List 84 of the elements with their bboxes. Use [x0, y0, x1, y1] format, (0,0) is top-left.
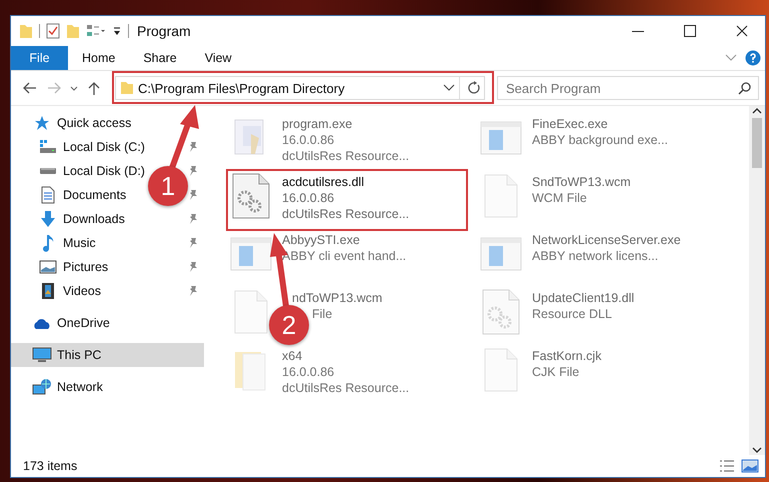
drive-icon: [39, 167, 57, 175]
file-icon: [483, 173, 519, 219]
search-icon: [738, 81, 752, 95]
details-view-icon[interactable]: [719, 459, 735, 473]
gear-file-icon: [481, 288, 521, 336]
help-icon[interactable]: [745, 50, 761, 66]
nav-item[interactable]: Quick access: [11, 111, 136, 135]
nav-item[interactable]: Downloads: [11, 207, 129, 231]
back-arrow-icon[interactable]: [23, 82, 37, 94]
file-detail: WCM File: [532, 190, 588, 206]
file-name[interactable]: UpdateClient19.dll: [532, 290, 634, 306]
document-icon: [41, 186, 55, 204]
nav-item[interactable]: Local Disk (C:): [11, 135, 149, 159]
ribbon-tab[interactable]: View: [190, 46, 246, 70]
file-name[interactable]: FastKorn.cjk: [532, 348, 602, 364]
file-detail: File: [312, 306, 334, 322]
monitor-icon: [32, 347, 52, 363]
file-name[interactable]: acdcutilsres.dll: [282, 174, 410, 190]
large-icons-view-icon[interactable]: [741, 459, 759, 473]
file-icon: [483, 347, 519, 393]
scroll-down-icon[interactable]: [752, 445, 762, 455]
item-count: 173 items: [23, 459, 78, 473]
view-options-icon[interactable]: [86, 24, 106, 38]
file-icon: [233, 289, 269, 335]
nav-item[interactable]: Videos: [11, 279, 105, 303]
file-detail: 16.0.0.86: [282, 132, 336, 148]
file-detail: 16.0.0.86: [282, 190, 336, 206]
nav-item[interactable]: OneDrive: [11, 311, 114, 335]
pin-icon[interactable]: [188, 237, 198, 249]
search-field[interactable]: Search Program: [497, 76, 759, 100]
pin-icon[interactable]: [188, 285, 198, 297]
nav-item[interactable]: This PC: [11, 343, 204, 367]
picture-icon: [39, 260, 57, 274]
file-detail: ABBY network licens...: [532, 248, 660, 264]
nav-item[interactable]: Documents: [11, 183, 130, 207]
network-icon: [32, 378, 52, 396]
file-menu-button[interactable]: File: [11, 46, 68, 70]
file-name[interactable]: program.exe: [282, 116, 410, 132]
file-name[interactable]: SndToWP13.wcm: [532, 174, 631, 190]
close-icon[interactable]: [736, 25, 748, 37]
drive-icon: [39, 139, 57, 155]
file-name[interactable]: AbbyySTI.exe: [282, 232, 406, 248]
gear-file-icon: [231, 172, 271, 220]
recent-locations-caret-icon[interactable]: [70, 86, 78, 90]
film-icon: [41, 282, 55, 300]
file-detail: 16.0.0.86: [282, 364, 336, 380]
up-arrow-icon[interactable]: [88, 81, 100, 95]
scrollbar-thumb[interactable]: [752, 118, 762, 168]
file-name[interactable]: x64: [282, 348, 410, 364]
file-detail: Resource DLL: [532, 306, 613, 322]
expand-ribbon-icon[interactable]: [725, 54, 737, 62]
pin-icon[interactable]: [188, 261, 198, 273]
nav-item[interactable]: Network: [11, 375, 107, 399]
file-name[interactable]: FineExec.exe: [532, 116, 668, 132]
scroll-up-icon[interactable]: [752, 106, 762, 116]
ribbon-tab[interactable]: Home: [68, 46, 130, 70]
nav-item[interactable]: Local Disk (D:): [11, 159, 149, 183]
music-note-icon: [42, 234, 54, 252]
file-name[interactable]: NetworkLicenseServer.exe: [532, 232, 681, 248]
download-arrow-icon: [40, 210, 56, 228]
nav-item[interactable]: Music: [11, 231, 100, 255]
cloud-icon: [32, 316, 52, 330]
ribbon-tab[interactable]: Share: [129, 46, 191, 70]
pin-icon[interactable]: [188, 165, 198, 177]
customize-caret-icon[interactable]: [112, 25, 122, 37]
file-detail: CJK File: [532, 364, 580, 380]
address-field[interactable]: C:\Program Files\Program Directory: [115, 76, 485, 100]
file-detail: dcUtilsRes Resource...: [282, 206, 410, 222]
folder-icon: [120, 81, 134, 95]
file-detail: dcUtilsRes Resource...: [282, 380, 410, 396]
file-detail: ABBY cli event hand...: [282, 248, 406, 264]
window-title: Program: [137, 23, 192, 39]
maximize-icon[interactable]: [684, 25, 696, 37]
star-icon: [34, 115, 50, 131]
file-detail: dcUtilsRes Resource...: [282, 148, 410, 164]
minimize-icon[interactable]: [632, 30, 644, 32]
properties-check-icon[interactable]: [46, 23, 60, 39]
dropdown-caret-icon[interactable]: [443, 84, 455, 92]
file-name[interactable]: ndToWP13.wcm: [292, 290, 382, 306]
nav-item[interactable]: Pictures: [11, 255, 112, 279]
pin-icon[interactable]: [188, 141, 198, 153]
pin-icon[interactable]: [188, 189, 198, 201]
file-detail: ABBY background exe...: [532, 132, 668, 148]
pin-icon[interactable]: [188, 213, 198, 225]
